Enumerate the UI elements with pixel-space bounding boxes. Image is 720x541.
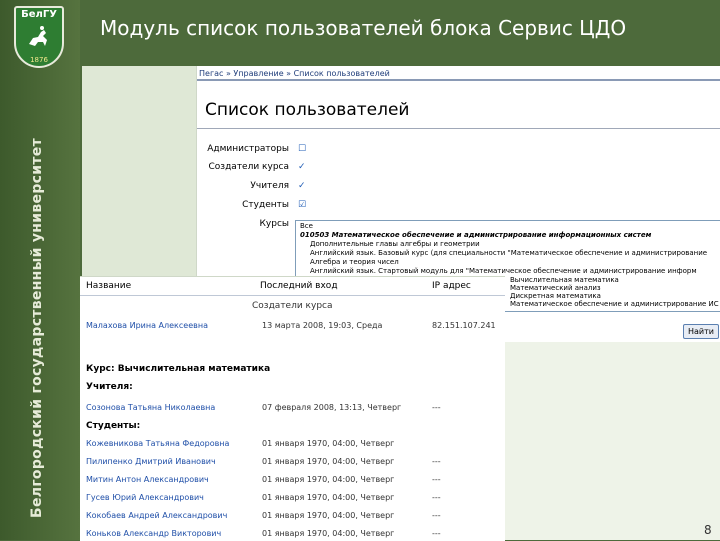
- user-name-link[interactable]: Кожевникова Татьяна Федоровна: [86, 439, 229, 448]
- filter-label-admins: Администраторы: [207, 144, 289, 154]
- filter-label-teachers: Учителя: [250, 181, 289, 191]
- filter-checkbox-students[interactable]: ☑: [298, 201, 307, 210]
- ip-address: ---: [432, 457, 441, 466]
- university-logo: БелГУ 1876: [14, 6, 64, 68]
- logo-text: БелГУ: [21, 9, 57, 20]
- find-button[interactable]: Найти: [683, 324, 719, 339]
- user-name-link[interactable]: Пилипенко Дмитрий Иванович: [86, 457, 216, 466]
- last-login: 01 января 1970, 04:00, Четверг: [262, 439, 395, 448]
- horse-rider-icon: [29, 26, 47, 46]
- last-login: 01 января 1970, 04:00, Четверг: [262, 475, 395, 484]
- students-label: Студенты:: [86, 421, 141, 431]
- course-title: Курс: Вычислительная математика: [86, 364, 271, 374]
- page-heading: Список пользователей: [205, 100, 410, 120]
- column-header-ip[interactable]: IP адрес: [432, 281, 471, 291]
- filter-checkbox-admins[interactable]: ☐: [298, 145, 307, 154]
- last-login: 07 февраля 2008, 13:13, Четверг: [262, 403, 402, 412]
- course-option[interactable]: Все: [300, 222, 313, 230]
- filter-checkbox-teachers[interactable]: ✓: [298, 182, 307, 191]
- ip-address: ---: [432, 475, 441, 484]
- user-name-link[interactable]: Кокобаев Андрей Александрович: [86, 511, 227, 520]
- logo-year: 1876: [30, 56, 48, 64]
- last-login: 01 января 1970, 04:00, Четверг: [262, 457, 395, 466]
- header-divider: [80, 295, 505, 296]
- user-list-results-screen: Название Последний вход IP адрес Создате…: [80, 276, 505, 541]
- user-name-link[interactable]: Созонова Татьяна Николаевна: [86, 403, 215, 412]
- course-option[interactable]: Вычислительная математика: [510, 276, 619, 284]
- last-login: 01 января 1970, 04:00, Четверг: [262, 529, 395, 538]
- course-option[interactable]: Дискретная математика: [510, 292, 601, 300]
- filter-label-creators: Создатели курса: [208, 162, 290, 172]
- heading-divider: [197, 128, 720, 129]
- last-login: 13 марта 2008, 19:03, Среда: [262, 321, 383, 330]
- user-name-link[interactable]: Митин Антон Александрович: [86, 475, 209, 484]
- ip-address: ---: [432, 529, 441, 538]
- course-option[interactable]: Математический анализ: [510, 284, 601, 292]
- user-name-link[interactable]: Малахова Ирина Алексеевна: [86, 321, 208, 330]
- filter-label-courses: Курсы: [259, 219, 289, 229]
- course-option[interactable]: Алгебра и теория чисел: [310, 258, 399, 266]
- course-option[interactable]: Дополнительные главы алгебры и геометрии: [310, 240, 480, 248]
- filter-label-students: Студенты: [242, 200, 289, 210]
- user-name-link[interactable]: Гусев Юрий Александрович: [86, 493, 204, 502]
- slide-title: Модуль список пользователей блока Сервис…: [100, 16, 627, 40]
- course-option[interactable]: Английский язык. Стартовый модуль для "М…: [310, 267, 697, 275]
- ip-address: ---: [432, 403, 441, 412]
- last-login: 01 января 1970, 04:00, Четверг: [262, 511, 395, 520]
- last-login: 01 января 1970, 04:00, Четверг: [262, 493, 395, 502]
- left-band: БелГУ 1876 Белгородский государственный …: [0, 0, 80, 540]
- user-name-link[interactable]: Коньков Александр Викторович: [86, 529, 221, 538]
- header-divider: [197, 79, 720, 81]
- teachers-label: Учителя:: [86, 382, 133, 392]
- ip-address: 82.151.107.241: [432, 321, 496, 330]
- course-option[interactable]: Математическое обеспечение и администрир…: [510, 300, 719, 308]
- ip-address: ---: [432, 511, 441, 520]
- column-header-name[interactable]: Название: [86, 281, 131, 291]
- course-option[interactable]: Английский язык. Базовый курс (для специ…: [310, 249, 707, 257]
- column-header-last-login[interactable]: Последний вход: [260, 281, 338, 291]
- section-creators: Создатели курса: [252, 301, 333, 311]
- breadcrumb[interactable]: Пегас » Управление » Список пользователе…: [199, 69, 390, 78]
- course-option[interactable]: 010503 Математическое обеспечение и адми…: [300, 231, 651, 239]
- university-vertical-text: Белгородский государственный университет: [29, 138, 45, 518]
- filter-checkbox-creators[interactable]: ✓: [298, 163, 307, 172]
- ip-address: ---: [432, 493, 441, 502]
- page-number: 8: [704, 523, 712, 537]
